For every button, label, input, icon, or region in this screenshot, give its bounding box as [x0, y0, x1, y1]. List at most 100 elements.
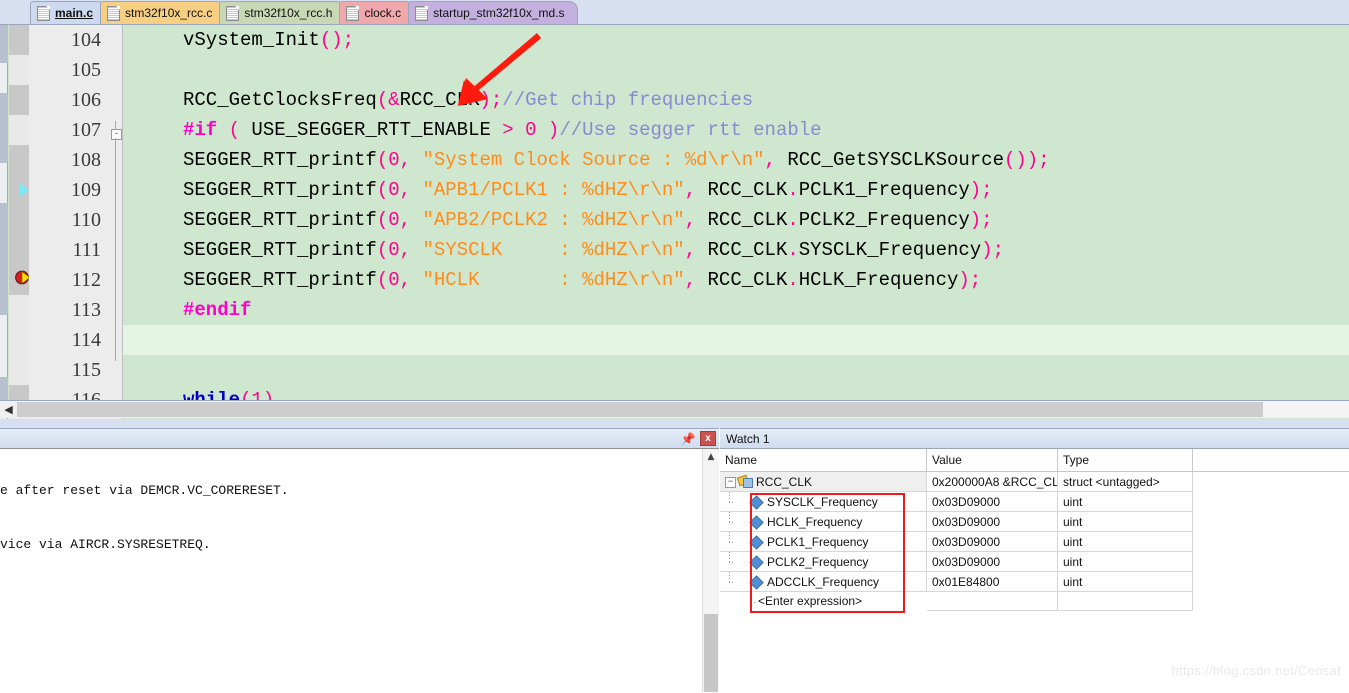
tab-stm32f10x-rcc-h[interactable]: stm32f10x_rcc.h: [219, 1, 345, 24]
watch-panel-title: Watch 1: [720, 429, 1349, 449]
watch-name-cell[interactable]: − RCC_CLK: [720, 472, 927, 492]
watch-value-cell[interactable]: 0x01E84800: [927, 572, 1058, 592]
watch-value-cell[interactable]: 0x200000A8 &RCC_CLK: [927, 472, 1058, 492]
watch-name-text: ADCCLK_Frequency: [767, 572, 879, 592]
line-number: 106: [71, 85, 101, 115]
command-panel-body[interactable]: e after reset via DEMCR.VC_CORERESET. vi…: [0, 448, 719, 692]
code-line-106: RCC_GetClocksFreq(&RCC_CLK);//Get chip f…: [123, 85, 1349, 115]
watch-type-cell: uint: [1058, 492, 1193, 512]
watch-name-cell[interactable]: SYSCLK_Frequency: [720, 492, 927, 512]
code-line-111: SEGGER_RTT_printf(0, "SYSCLK : %dHZ\r\n"…: [123, 235, 1349, 265]
watch-type-cell-empty[interactable]: [1058, 591, 1193, 611]
table-row[interactable]: SYSCLK_Frequency 0x03D09000 uint: [720, 492, 1349, 512]
scroll-left-arrow-icon[interactable]: ◀: [0, 402, 17, 418]
tab-startup-stm32f10x-md-s[interactable]: startup_stm32f10x_md.s: [408, 1, 577, 24]
watch-name-text: SYSCLK_Frequency: [767, 492, 878, 512]
tab-main-c[interactable]: main.c: [30, 1, 106, 24]
console-line: [0, 587, 700, 611]
line-number: 105: [71, 55, 101, 85]
editor-horizontal-scrollbar[interactable]: ◀: [0, 400, 1349, 418]
tree-connector: [725, 572, 736, 592]
document-icon: [415, 6, 428, 21]
tab-label: main.c: [55, 6, 93, 20]
console-line: e after reset via DEMCR.VC_CORERESET.: [0, 479, 700, 503]
watch-name-text: RCC_CLK: [756, 472, 812, 492]
console-line: vice via AIRCR.SYSRESETREQ.: [0, 533, 700, 557]
fold-collapse-icon-2[interactable]: [111, 361, 120, 370]
console-vertical-scrollbar[interactable]: ▲: [702, 449, 719, 692]
watch-type-cell: uint: [1058, 532, 1193, 552]
console-output-text: e after reset via DEMCR.VC_CORERESET. vi…: [0, 449, 700, 692]
horizontal-splitter[interactable]: [0, 419, 1349, 428]
fold-collapse-icon[interactable]: -: [111, 129, 122, 140]
watch-value-cell[interactable]: 0x03D09000: [927, 492, 1058, 512]
variable-icon: [749, 575, 763, 589]
table-row[interactable]: HCLK_Frequency 0x03D09000 uint: [720, 512, 1349, 532]
column-header-type[interactable]: Type: [1058, 449, 1193, 471]
code-line-113: #endif: [123, 295, 1349, 325]
tree-connector: [725, 532, 736, 552]
table-row[interactable]: PCLK1_Frequency 0x03D09000 uint: [720, 532, 1349, 552]
variable-icon: [749, 515, 763, 529]
column-header-name[interactable]: Name: [720, 449, 927, 471]
struct-variable-icon: [738, 476, 753, 489]
line-number: 111: [72, 235, 101, 265]
watch-name-cell[interactable]: PCLK1_Frequency: [720, 532, 927, 552]
tree-collapse-icon[interactable]: −: [725, 477, 736, 488]
source-code-editor[interactable]: 104 105 106 107 108 109 110 111 112 113 …: [0, 25, 1349, 423]
document-icon: [346, 6, 359, 21]
watch-value-cell-empty[interactable]: [927, 591, 1058, 611]
code-line-114: [123, 325, 1349, 355]
tab-clock-c[interactable]: clock.c: [339, 1, 414, 24]
editor-gutter[interactable]: [9, 25, 29, 423]
tab-label: stm32f10x_rcc.c: [125, 6, 212, 20]
code-line-109: SEGGER_RTT_printf(0, "APB1/PCLK1 : %dHZ\…: [123, 175, 1349, 205]
close-icon[interactable]: x: [700, 431, 716, 446]
watch-value-cell[interactable]: 0x03D09000: [927, 512, 1058, 532]
line-number: 109: [71, 175, 101, 205]
scrollbar-thumb[interactable]: [17, 402, 1263, 417]
scrollbar-thumb[interactable]: [704, 614, 718, 692]
tree-connector: [725, 492, 736, 512]
watermark-text: https://blog.csdn.net/Ceosat: [1171, 663, 1341, 678]
column-header-value[interactable]: Value: [927, 449, 1058, 471]
line-number: 107: [71, 115, 101, 145]
tree-connector: [725, 552, 736, 572]
keil-uvision-window: main.c stm32f10x_rcc.c stm32f10x_rcc.h c…: [0, 0, 1349, 692]
code-line-107: #if ( USE_SEGGER_RTT_ENABLE > 0 )//Use s…: [123, 115, 1349, 145]
watch-empty-row[interactable]: [927, 591, 1193, 611]
watch-name-cell[interactable]: PCLK2_Frequency: [720, 552, 927, 572]
command-panel-header: 📌 x: [0, 429, 719, 448]
tab-label: stm32f10x_rcc.h: [244, 6, 332, 20]
watch-type-cell: uint: [1058, 572, 1193, 592]
table-row[interactable]: − RCC_CLK 0x200000A8 &RCC_CLK struct <un…: [720, 472, 1349, 492]
editor-code-area[interactable]: vSystem_Init(); RCC_GetClocksFreq(&RCC_C…: [123, 25, 1349, 423]
watch-name-cell[interactable]: HCLK_Frequency: [720, 512, 927, 532]
watch-table[interactable]: Name Value Type − RCC_CLK 0x200000A8 &RC…: [720, 449, 1349, 693]
tab-label: startup_stm32f10x_md.s: [433, 6, 564, 20]
document-icon: [107, 6, 120, 21]
line-number: 112: [72, 265, 101, 295]
tree-connector: [747, 592, 758, 610]
table-row[interactable]: ADCCLK_Frequency 0x01E84800 uint: [720, 572, 1349, 592]
document-icon: [37, 6, 50, 21]
code-line-108: SEGGER_RTT_printf(0, "System Clock Sourc…: [123, 145, 1349, 175]
editor-left-margin-bar[interactable]: [0, 25, 8, 423]
line-number: 114: [72, 325, 101, 355]
watch-panel: Watch 1 Name Value Type − RCC_CLK 0x2000…: [720, 428, 1349, 692]
code-line-112: SEGGER_RTT_printf(0, "HCLK : %dHZ\r\n", …: [123, 265, 1349, 295]
line-number: 110: [72, 205, 101, 235]
line-number: 108: [71, 145, 101, 175]
editor-fold-column[interactable]: -: [110, 25, 123, 423]
pin-icon[interactable]: 📌: [680, 431, 696, 446]
table-row[interactable]: PCLK2_Frequency 0x03D09000 uint: [720, 552, 1349, 572]
tab-stm32f10x-rcc-c[interactable]: stm32f10x_rcc.c: [100, 1, 225, 24]
watch-value-cell[interactable]: 0x03D09000: [927, 532, 1058, 552]
watch-name-cell[interactable]: ADCCLK_Frequency: [720, 572, 927, 592]
console-line: [0, 641, 700, 665]
watch-value-cell[interactable]: 0x03D09000: [927, 552, 1058, 572]
scrollbar-track[interactable]: [1263, 402, 1349, 417]
variable-icon: [749, 495, 763, 509]
scroll-up-arrow-icon[interactable]: ▲: [703, 449, 719, 465]
watch-type-cell: uint: [1058, 512, 1193, 532]
